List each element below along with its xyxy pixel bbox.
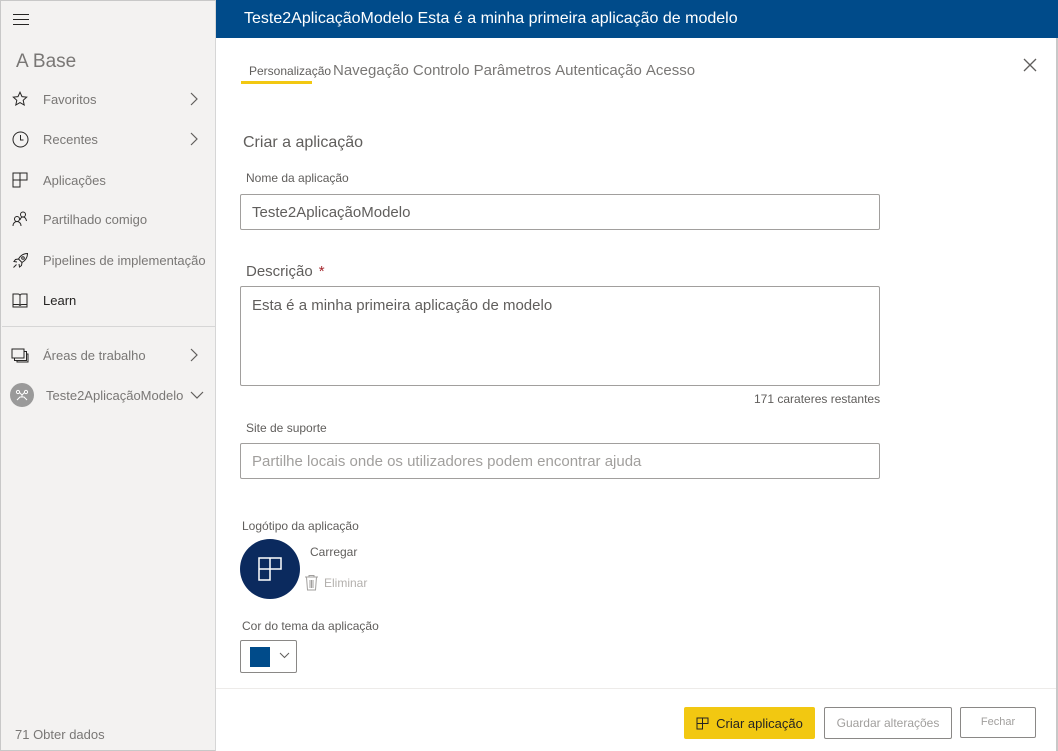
save-changes-button[interactable]: Guardar alterações [824,707,952,739]
tab-access[interactable]: Acesso [646,62,695,79]
sidebar-item-label: Aplicações [43,172,106,188]
sidebar-item-label: Learn [43,292,77,308]
book-icon [11,291,29,309]
app-name-input[interactable] [240,194,880,230]
chevron-down-icon [190,391,204,399]
home-title: A Base [16,51,77,72]
chevron-right-icon [190,132,198,146]
get-data-link[interactable]: 71 Obter dados [15,727,105,742]
hamburger-menu-icon[interactable] [13,14,29,26]
app-logo [240,539,300,599]
logo-label: Logótipo da aplicação [242,519,359,533]
apps-icon [11,171,29,189]
sidebar-item-label: Teste2AplicaçãoModelo [46,387,184,403]
tab-bar: Personalização Navegação Controlo Parâme… [249,62,699,79]
create-app-button[interactable]: Criar aplicação [684,707,815,739]
header-title: Teste2AplicaçãoModelo Esta é a minha pri… [244,10,738,27]
close-button[interactable]: Fechar [960,707,1036,738]
sidebar-item-shared[interactable]: Partilhado comigo [1,201,216,237]
clock-icon [11,130,29,148]
close-icon[interactable] [1022,57,1038,73]
description-label: Descrição * [246,263,325,280]
theme-color-label: Cor do tema da aplicação [242,619,379,633]
theme-color-picker[interactable] [240,640,297,673]
tab-authentication[interactable]: Autenticação [555,62,642,79]
trash-icon [305,575,318,591]
delete-logo-button[interactable]: Eliminar [304,574,367,591]
star-icon [11,90,29,108]
upload-logo-button[interactable]: Carregar [310,545,357,559]
sidebar-item-workspaces[interactable]: Áreas de trabalho [1,337,216,373]
rocket-icon [11,251,29,269]
create-app-label: Criar aplicação [716,715,803,731]
delete-logo-label: Eliminar [324,575,368,590]
sidebar-item-pipelines[interactable]: Pipelines de implementação [1,242,216,278]
sidebar-divider [2,326,216,327]
app-name-label: Nome da aplicação [246,171,349,185]
apps-icon [696,717,709,730]
tab-parameters[interactable]: Parâmetros [474,62,552,79]
sidebar-item-label: Pipelines de implementação [43,252,206,268]
chevron-right-icon [190,92,198,106]
sidebar-item-favorites[interactable]: Favoritos [1,81,216,117]
sidebar-item-label: Áreas de trabalho [43,347,146,363]
description-textarea[interactable]: Esta é a minha primeira aplicação de mod… [240,286,880,386]
character-counter: 171 carateres restantes [754,392,881,406]
sidebar-item-label: Partilhado comigo [43,211,148,227]
shared-icon [11,210,29,228]
sidebar-item-label: Recentes [43,131,98,147]
support-site-input[interactable] [240,443,880,479]
tab-navigation[interactable]: Navegação [333,62,409,79]
sidebar: A Base Favoritos Recentes Aplicações Par… [0,0,216,751]
chevron-right-icon [190,348,198,362]
theme-color-swatch [250,647,270,667]
active-tab-indicator [241,81,312,84]
sidebar-item-label: Favoritos [43,91,97,107]
workspace-avatar [10,383,34,407]
workspaces-icon [11,346,29,364]
required-marker: * [318,263,325,280]
sidebar-item-recent[interactable]: Recentes [1,121,216,157]
chevron-down-icon [279,652,290,659]
tab-personalization[interactable]: Personalização [249,64,333,78]
apps-icon [258,557,282,581]
section-title: Criar a aplicação [243,134,364,151]
sidebar-item-current-workspace[interactable]: Teste2AplicaçãoModelo [1,377,216,413]
sidebar-item-apps[interactable]: Aplicações [1,162,216,198]
tab-control[interactable]: Controlo [413,62,470,79]
sidebar-item-learn[interactable]: Learn [1,282,216,318]
description-label-text: Descrição [246,263,313,280]
app-header: Teste2AplicaçãoModelo Esta é a minha pri… [216,0,1058,38]
support-site-label: Site de suporte [246,421,327,435]
